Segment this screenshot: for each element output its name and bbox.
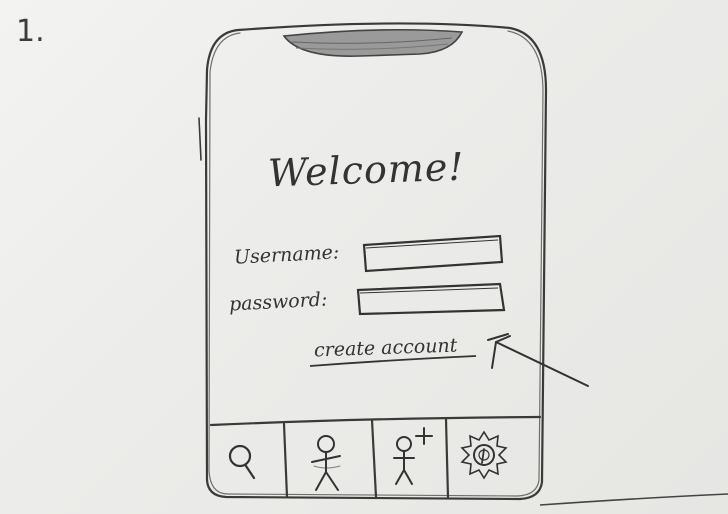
password-input[interactable] [357, 283, 505, 315]
notch [282, 28, 464, 57]
nav-tab-search[interactable] [212, 428, 284, 494]
nav-tab-add-friend[interactable] [376, 428, 446, 494]
annotation-arrow [487, 333, 589, 387]
nav-tab-profile[interactable] [287, 428, 373, 494]
welcome-title: Welcome! [267, 144, 466, 196]
sketch-page: 1. Welcome! Username: password: create a… [0, 0, 728, 514]
nav-tab-settings[interactable] [448, 428, 538, 494]
